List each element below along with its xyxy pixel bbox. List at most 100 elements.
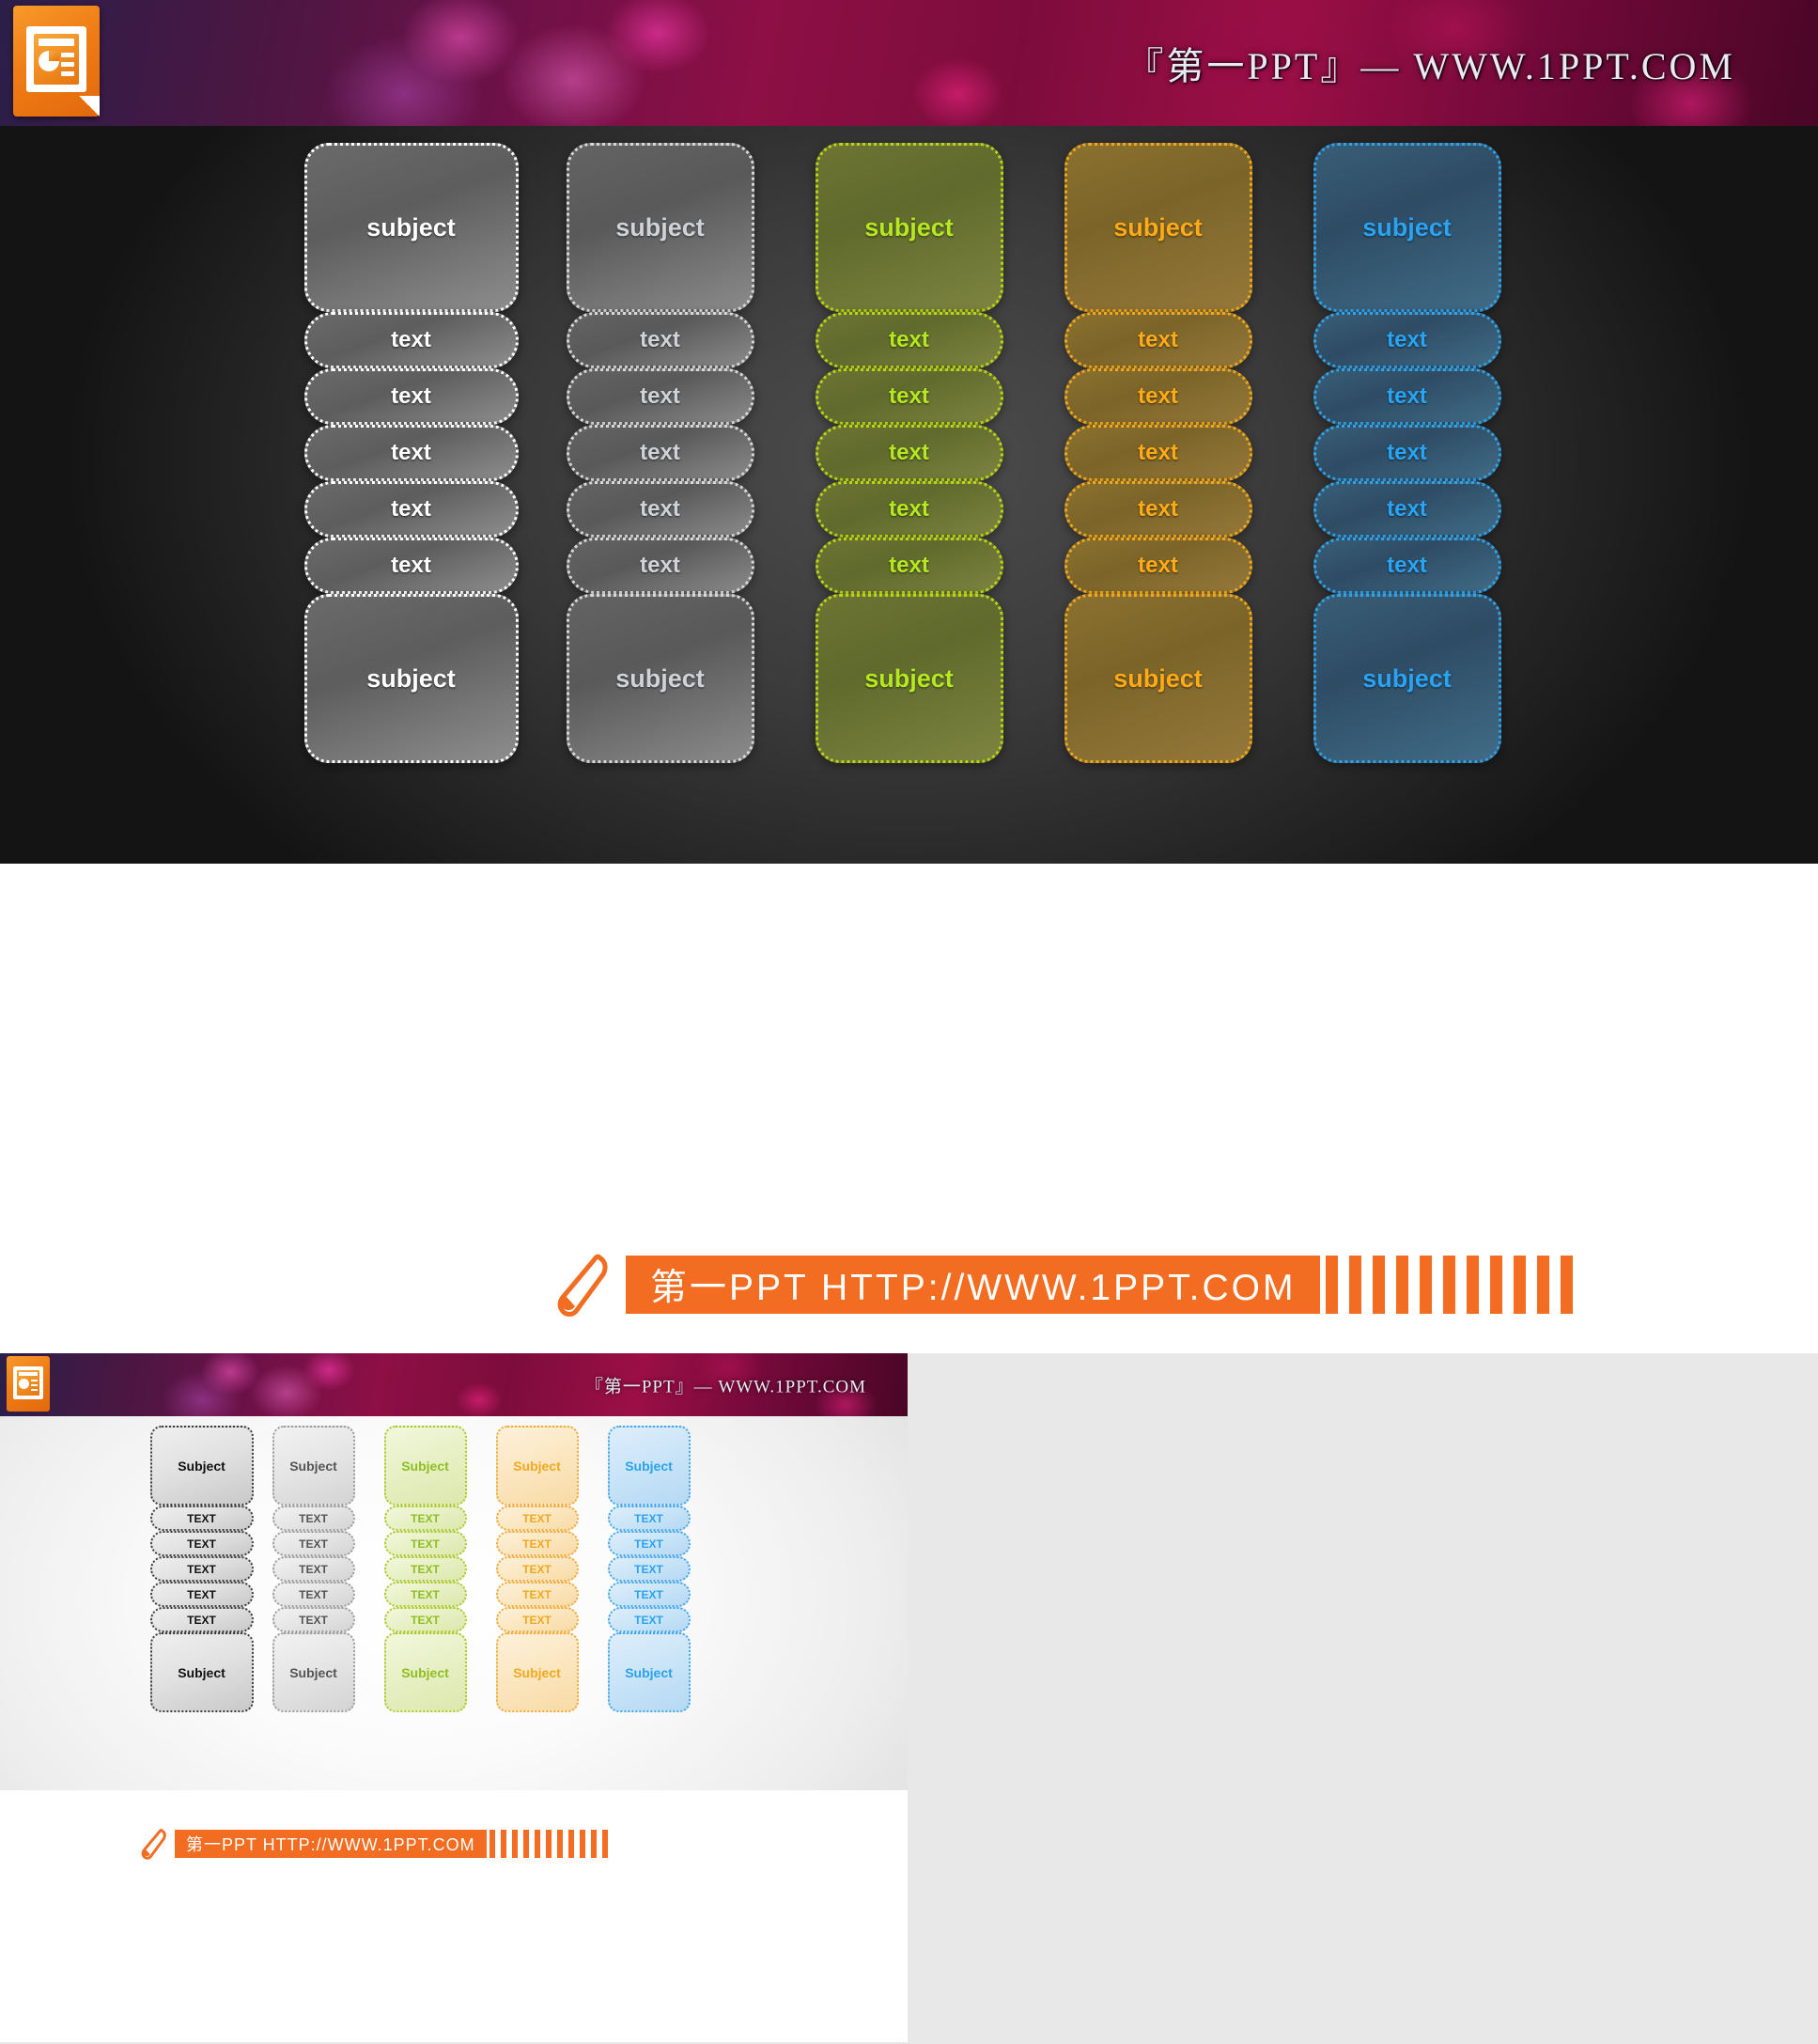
text-button-green-r1[interactable]: TEXT (383, 1506, 467, 1531)
grid-cell: TEXT (593, 1582, 705, 1607)
subject-button-orange-r0[interactable]: subject (1064, 143, 1252, 312)
subject-button-gray1-r6[interactable]: subject (303, 594, 519, 763)
text-button-green-r5[interactable]: TEXT (383, 1607, 467, 1632)
text-button-gray2-r4[interactable]: TEXT (272, 1582, 355, 1607)
text-button-gray2-r1[interactable]: text (566, 312, 754, 368)
grid-cell: text (785, 312, 1033, 368)
button-label: TEXT (411, 1587, 440, 1601)
subject-button-gray1-r6[interactable]: Subject (149, 1632, 254, 1712)
subject-button-gray2-r6[interactable]: Subject (272, 1632, 355, 1712)
grid-cell: text (287, 425, 536, 481)
text-button-green-r2[interactable]: TEXT (383, 1531, 467, 1556)
grid-cell: TEXT (369, 1506, 481, 1531)
text-button-blue-r3[interactable]: text (1313, 425, 1501, 481)
text-button-green-r1[interactable]: text (815, 312, 1003, 368)
button-label: TEXT (522, 1587, 552, 1601)
text-button-orange-r3[interactable]: text (1064, 425, 1252, 481)
text-button-orange-r2[interactable]: text (1064, 368, 1252, 425)
grid-cell: text (1282, 481, 1531, 538)
text-button-blue-r4[interactable]: TEXT (607, 1582, 691, 1607)
text-button-orange-r2[interactable]: TEXT (495, 1531, 579, 1556)
text-button-gray1-r2[interactable]: text (303, 368, 519, 425)
text-button-blue-r1[interactable]: TEXT (607, 1506, 691, 1531)
text-button-blue-r5[interactable]: text (1313, 538, 1501, 594)
text-button-gray1-r4[interactable]: TEXT (149, 1582, 254, 1607)
subject-button-gray1-r0[interactable]: Subject (149, 1426, 254, 1506)
subject-button-green-r6[interactable]: Subject (383, 1632, 467, 1712)
subject-button-orange-r6[interactable]: subject (1064, 594, 1252, 763)
button-label: text (391, 327, 431, 352)
text-button-green-r4[interactable]: text (815, 481, 1003, 538)
text-button-green-r4[interactable]: TEXT (383, 1582, 467, 1607)
text-button-gray1-r3[interactable]: text (303, 425, 519, 481)
logo-line-2 (31, 1384, 38, 1386)
button-label: Subject (513, 1664, 561, 1680)
subject-button-green-r0[interactable]: subject (815, 143, 1003, 312)
text-button-gray2-r2[interactable]: text (566, 368, 754, 425)
text-button-gray2-r4[interactable]: text (566, 481, 754, 538)
text-button-orange-r1[interactable]: TEXT (495, 1506, 579, 1531)
text-button-green-r2[interactable]: text (815, 368, 1003, 425)
subject-button-blue-r6[interactable]: Subject (607, 1632, 691, 1712)
subject-button-green-r6[interactable]: subject (815, 594, 1003, 763)
text-button-gray2-r3[interactable]: text (566, 425, 754, 481)
subject-button-blue-r0[interactable]: Subject (607, 1426, 691, 1506)
subject-button-blue-r6[interactable]: subject (1313, 594, 1501, 763)
subject-button-orange-r0[interactable]: Subject (495, 1426, 579, 1506)
subject-button-gray2-r6[interactable]: subject (566, 594, 754, 763)
text-button-orange-r3[interactable]: TEXT (495, 1556, 579, 1582)
footer-stripe (579, 1830, 585, 1858)
text-button-blue-r3[interactable]: TEXT (607, 1556, 691, 1582)
grid-cell: text (536, 481, 785, 538)
grid-cell: subject (785, 594, 1033, 763)
button-label: TEXT (411, 1562, 440, 1576)
text-button-gray1-r5[interactable]: text (303, 538, 519, 594)
text-button-blue-r5[interactable]: TEXT (607, 1607, 691, 1632)
button-label: text (1387, 553, 1427, 578)
text-button-orange-r4[interactable]: TEXT (495, 1582, 579, 1607)
footer-stripe (545, 1830, 552, 1858)
grid-cell: TEXT (146, 1582, 257, 1607)
text-button-blue-r1[interactable]: text (1313, 312, 1501, 368)
text-button-gray1-r2[interactable]: TEXT (149, 1531, 254, 1556)
footer-stripes (1326, 1256, 1584, 1314)
text-button-orange-r4[interactable]: text (1064, 481, 1252, 538)
text-button-blue-r2[interactable]: TEXT (607, 1531, 691, 1556)
text-button-gray1-r5[interactable]: TEXT (149, 1607, 254, 1632)
footer-stripe (1537, 1256, 1550, 1314)
grid-row: TEXT TEXT TEXT TEXT TEXT (146, 1556, 705, 1582)
grid-cell: TEXT (481, 1582, 593, 1607)
subject-button-orange-r6[interactable]: Subject (495, 1632, 579, 1712)
footer-stripe (1396, 1256, 1409, 1314)
subject-button-gray2-r0[interactable]: Subject (272, 1426, 355, 1506)
subject-button-gray1-r0[interactable]: subject (303, 143, 519, 312)
grid-row: Subject Subject Subject Subject Subject (146, 1426, 705, 1506)
grid-cell: text (785, 425, 1033, 481)
text-button-orange-r5[interactable]: text (1064, 538, 1252, 594)
text-button-gray2-r1[interactable]: TEXT (272, 1506, 355, 1531)
text-button-green-r3[interactable]: text (815, 425, 1003, 481)
text-button-gray1-r1[interactable]: TEXT (149, 1506, 254, 1531)
text-button-gray1-r1[interactable]: text (303, 312, 519, 368)
text-button-blue-r4[interactable]: text (1313, 481, 1501, 538)
grid-row: text text text text text (287, 538, 1531, 594)
grid-row: TEXT TEXT TEXT TEXT TEXT (146, 1582, 705, 1607)
subject-button-green-r0[interactable]: Subject (383, 1426, 467, 1506)
text-button-gray2-r2[interactable]: TEXT (272, 1531, 355, 1556)
text-button-orange-r5[interactable]: TEXT (495, 1607, 579, 1632)
subject-button-gray2-r0[interactable]: subject (566, 143, 754, 312)
text-button-orange-r1[interactable]: text (1064, 312, 1252, 368)
grid-cell: TEXT (593, 1531, 705, 1556)
text-button-blue-r2[interactable]: text (1313, 368, 1501, 425)
text-button-gray2-r5[interactable]: text (566, 538, 754, 594)
banner-title: 『第一PPT』— WWW.1PPT.COM (1126, 45, 1735, 87)
text-button-gray2-r5[interactable]: TEXT (272, 1607, 355, 1632)
subject-button-blue-r0[interactable]: subject (1313, 143, 1501, 312)
text-button-gray1-r3[interactable]: TEXT (149, 1556, 254, 1582)
powerpoint-logo-icon (13, 6, 100, 117)
text-button-gray2-r3[interactable]: TEXT (272, 1556, 355, 1582)
button-label: subject (615, 663, 705, 693)
text-button-gray1-r4[interactable]: text (303, 481, 519, 538)
text-button-green-r5[interactable]: text (815, 538, 1003, 594)
text-button-green-r3[interactable]: TEXT (383, 1556, 467, 1582)
